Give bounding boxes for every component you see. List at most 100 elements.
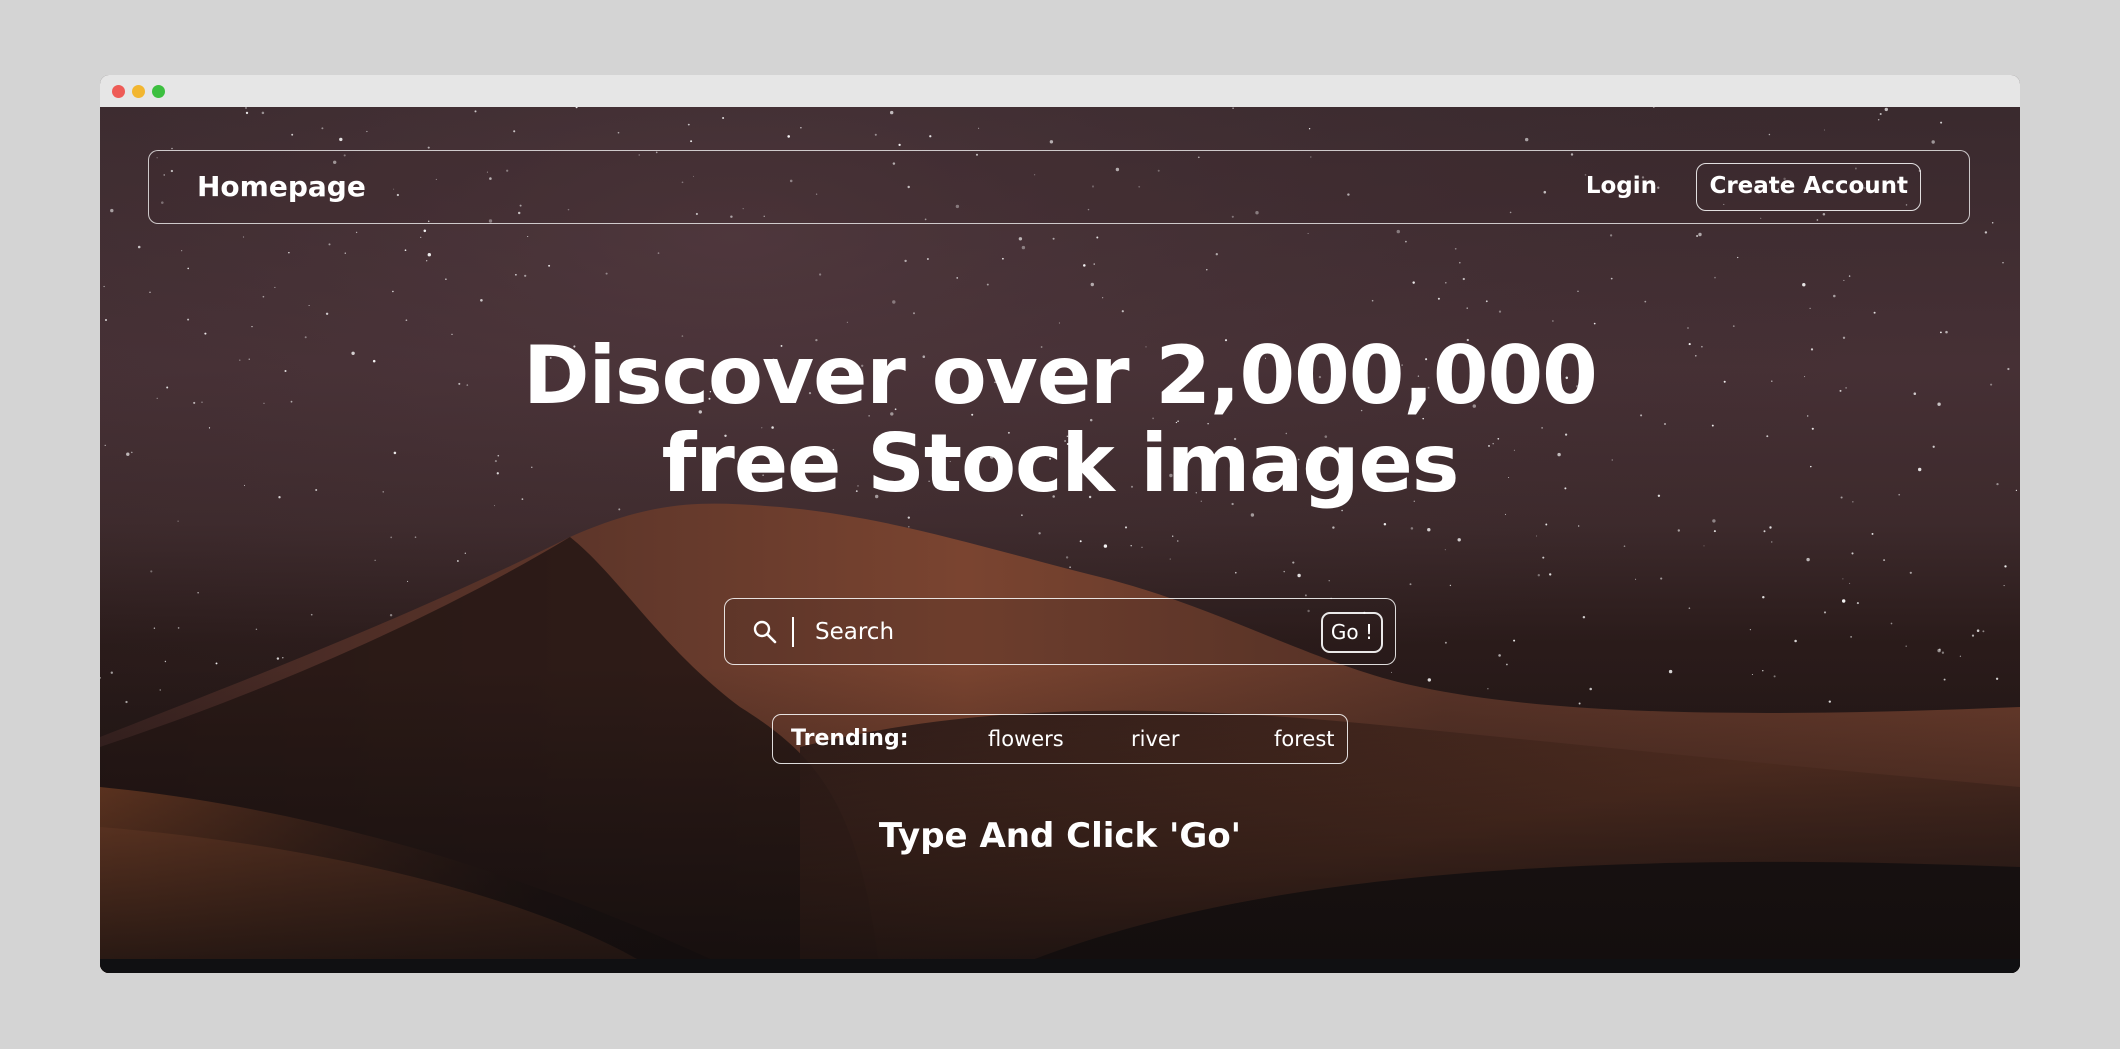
- hero-heading: Discover over 2,000,000 free Stock image…: [100, 332, 2020, 508]
- hero-heading-line-2: free Stock images: [661, 417, 1460, 510]
- star: [874, 133, 877, 136]
- star: [1806, 557, 1810, 562]
- star: [1466, 307, 1468, 309]
- star: [1768, 133, 1771, 136]
- star: [524, 274, 527, 277]
- star: [1843, 279, 1845, 281]
- homepage-brand-link[interactable]: Homepage: [197, 170, 366, 203]
- star: [1991, 221, 1994, 224]
- star: [890, 110, 894, 115]
- star: [255, 628, 258, 631]
- star: [548, 264, 551, 267]
- star: [1102, 297, 1104, 299]
- star: [1396, 229, 1401, 234]
- star: [1610, 277, 1613, 280]
- star: [404, 249, 407, 252]
- star: [904, 259, 907, 263]
- instruction-text: Type And Click 'Go': [878, 816, 1242, 856]
- star: [480, 299, 483, 302]
- star: [251, 325, 253, 328]
- star: [110, 208, 114, 213]
- star: [1459, 261, 1461, 264]
- star: [1582, 615, 1586, 619]
- star: [1079, 540, 1082, 543]
- star: [1498, 654, 1501, 657]
- star: [1737, 256, 1739, 259]
- trending-tag-flowers[interactable]: flowers: [988, 727, 1064, 751]
- star: [344, 252, 347, 254]
- star: [986, 283, 989, 286]
- star: [1021, 514, 1023, 516]
- star: [926, 257, 929, 261]
- star: [913, 312, 915, 315]
- create-account-button[interactable]: Create Account: [1696, 163, 1921, 211]
- star: [1232, 107, 1234, 110]
- star: [262, 295, 265, 298]
- star: [187, 267, 190, 270]
- login-link[interactable]: Login: [1586, 173, 1657, 199]
- star: [1848, 275, 1851, 277]
- star: [1093, 263, 1095, 265]
- hero-heading-line-1: Discover over 2,000,000: [523, 329, 1598, 422]
- star: [1169, 558, 1171, 560]
- browser-window: Homepage Login Create Account Discover o…: [100, 75, 2020, 973]
- star: [1058, 322, 1060, 324]
- star: [892, 300, 896, 304]
- go-button[interactable]: Go !: [1320, 612, 1383, 653]
- star: [1851, 552, 1854, 555]
- star: [846, 321, 849, 323]
- star: [907, 516, 910, 519]
- star: [1542, 556, 1545, 559]
- star: [690, 140, 693, 143]
- star: [1409, 583, 1412, 586]
- star: [515, 273, 517, 276]
- star: [1292, 561, 1295, 564]
- star: [1771, 541, 1773, 543]
- star: [2002, 262, 2004, 264]
- star: [355, 231, 358, 234]
- star: [1833, 294, 1836, 298]
- star: [1873, 311, 1876, 314]
- star: [1762, 595, 1765, 599]
- star: [1250, 513, 1255, 517]
- star: [464, 552, 466, 554]
- star: [187, 318, 190, 321]
- star: [1769, 526, 1772, 529]
- close-window-button[interactable]: [112, 85, 125, 98]
- star: [1732, 325, 1735, 327]
- star: [787, 135, 790, 138]
- star: [1462, 277, 1465, 281]
- star: [1383, 523, 1387, 526]
- star: [420, 236, 422, 239]
- star: [427, 253, 431, 257]
- star: [1635, 578, 1637, 580]
- star: [1444, 641, 1447, 644]
- star: [325, 312, 329, 315]
- maximize-window-button[interactable]: [152, 85, 165, 98]
- star: [392, 290, 394, 293]
- star: [245, 111, 249, 115]
- star: [1660, 577, 1663, 580]
- minimize-window-button[interactable]: [132, 85, 145, 98]
- trending-tag-forest[interactable]: forest: [1274, 727, 1335, 751]
- star: [1049, 140, 1054, 144]
- trending-tag-river[interactable]: river: [1131, 727, 1179, 751]
- star: [1714, 276, 1716, 279]
- star: [1909, 571, 1912, 574]
- search-input[interactable]: [813, 611, 1287, 653]
- star: [414, 536, 417, 538]
- star: [1083, 264, 1086, 267]
- star: [1069, 566, 1071, 568]
- star: [1809, 307, 1811, 309]
- star: [261, 111, 265, 115]
- star: [1308, 128, 1311, 130]
- text-cursor: [792, 617, 794, 647]
- star: [1498, 310, 1502, 313]
- star: [1427, 528, 1431, 532]
- star: [1506, 663, 1508, 666]
- star: [407, 580, 409, 582]
- star: [1688, 607, 1691, 610]
- star: [150, 570, 153, 573]
- star: [310, 613, 313, 616]
- star: [390, 536, 393, 539]
